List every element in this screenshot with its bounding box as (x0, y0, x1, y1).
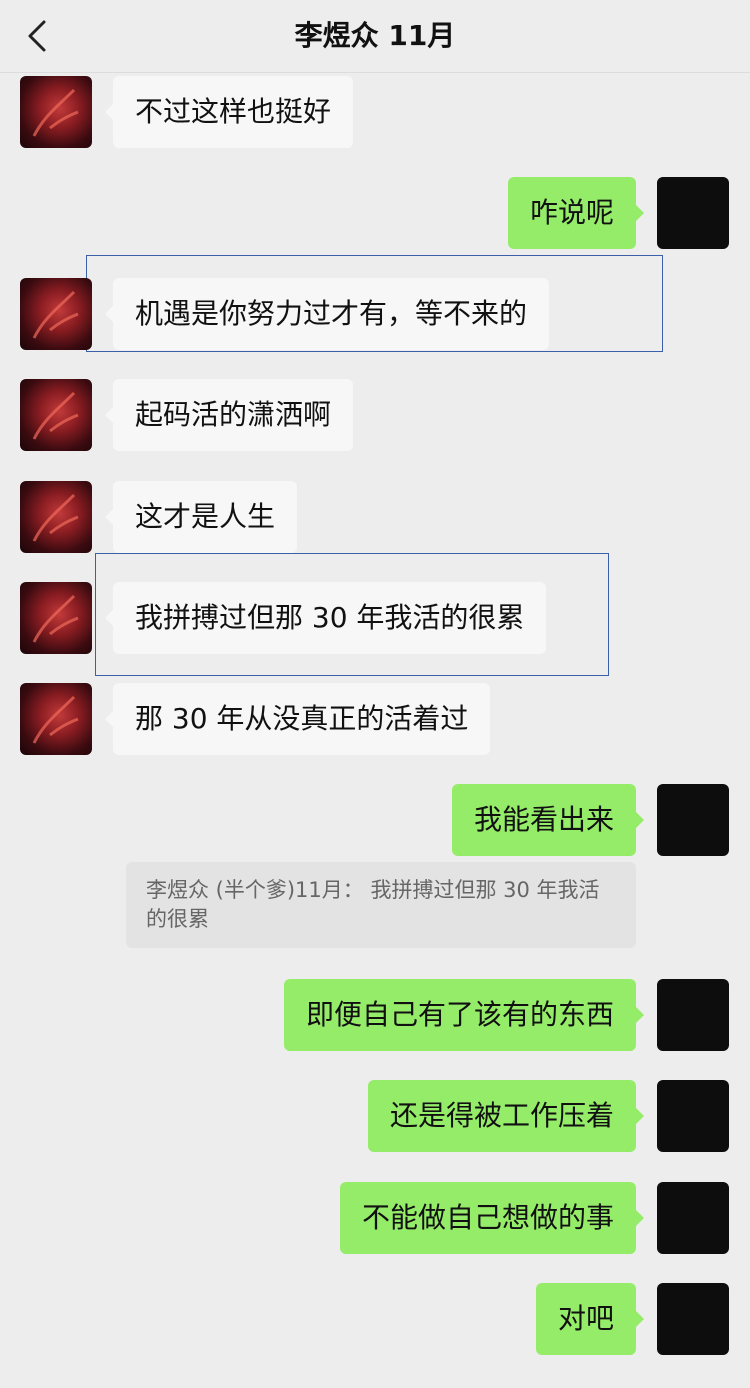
user-avatar[interactable] (657, 177, 729, 249)
message-bubble-received[interactable]: 这才是人生 (104, 481, 298, 553)
contact-avatar[interactable] (20, 683, 92, 755)
user-avatar[interactable] (657, 1283, 729, 1355)
contact-avatar[interactable] (20, 379, 92, 451)
message-bubble-sent[interactable]: 对吧 (535, 1283, 645, 1355)
chat-title: 李煜众 11月 (294, 19, 456, 52)
message-bubble-received[interactable]: 那 30 年从没真正的活着过 (104, 683, 491, 755)
contact-avatar[interactable] (20, 582, 92, 654)
message-bubble-received[interactable]: 机遇是你努力过才有，等不来的 (104, 278, 550, 350)
chat-header: 李煜众 11月 (0, 0, 750, 73)
contact-avatar[interactable] (20, 481, 92, 553)
user-avatar[interactable] (657, 979, 729, 1051)
quoted-message[interactable]: 李煜众 (半个爹)11月： 我拼搏过但那 30 年我活的很累 (126, 862, 636, 948)
message-bubble-sent[interactable]: 咋说呢 (507, 177, 645, 249)
user-avatar[interactable] (657, 1080, 729, 1152)
message-bubble-received[interactable]: 起码活的潇洒啊 (104, 379, 354, 451)
message-bubble-received[interactable]: 我拼搏过但那 30 年我活的很累 (104, 582, 547, 654)
user-avatar[interactable] (657, 1182, 729, 1254)
user-avatar[interactable] (657, 784, 729, 856)
contact-avatar[interactable] (20, 76, 92, 148)
message-bubble-sent[interactable]: 我能看出来 (451, 784, 645, 856)
message-bubble-sent[interactable]: 还是得被工作压着 (367, 1080, 645, 1152)
message-bubble-sent[interactable]: 即便自己有了该有的东西 (283, 979, 645, 1051)
message-bubble-sent[interactable]: 不能做自己想做的事 (339, 1182, 645, 1254)
message-bubble-received[interactable]: 不过这样也挺好 (104, 76, 354, 148)
contact-avatar[interactable] (20, 278, 92, 350)
